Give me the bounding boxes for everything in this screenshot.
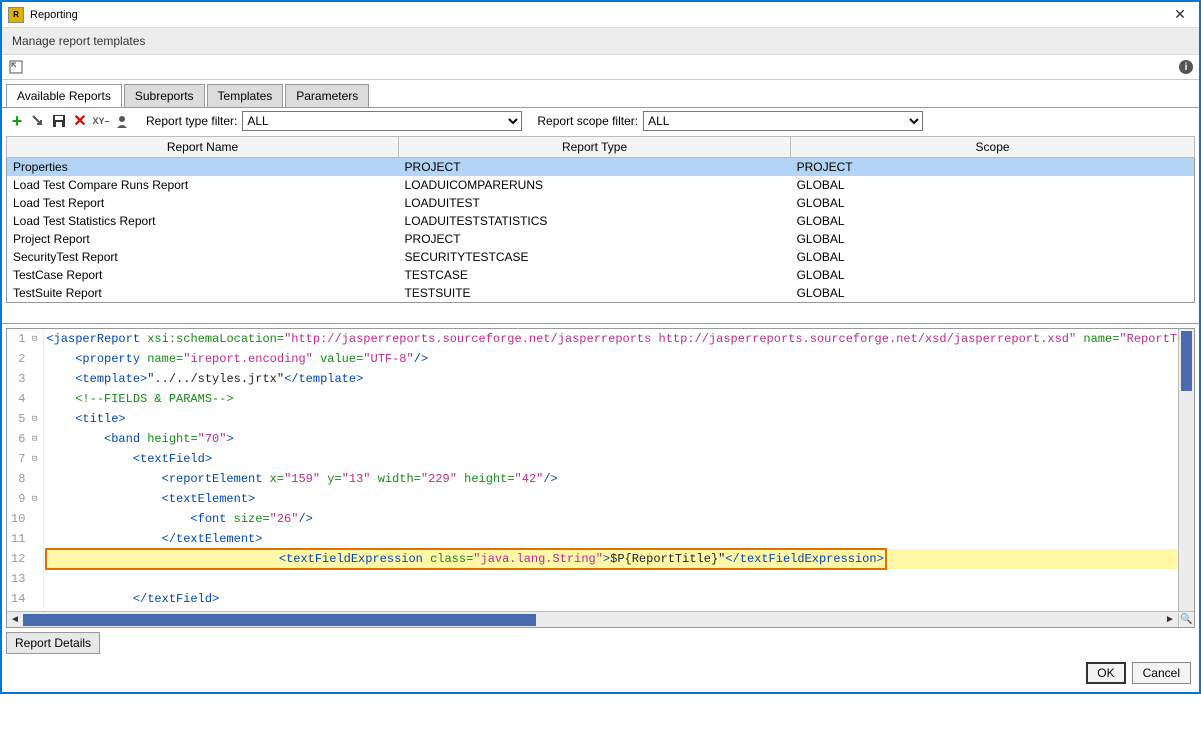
scope-filter-select[interactable]: ALL <box>643 111 923 131</box>
scope-filter-label: Report scope filter: <box>537 114 638 128</box>
scroll-right-icon[interactable]: ► <box>1162 613 1178 627</box>
close-button[interactable]: ✕ <box>1167 5 1193 25</box>
table-row[interactable]: PropertiesPROJECTPROJECT <box>7 158 1195 177</box>
col-report-name[interactable]: Report Name <box>7 137 399 158</box>
expand-icon[interactable] <box>8 59 24 75</box>
reports-table[interactable]: Report Name Report Type Scope Properties… <box>6 136 1195 303</box>
zoom-icon[interactable]: 🔍 <box>1178 613 1194 627</box>
vertical-scrollbar[interactable] <box>1178 329 1194 611</box>
editor-gutter: 1⊟ 2 3 4 5⊟ 6⊟ 7⊟ 8 9⊟ 10 11 12 13 14 15 <box>7 329 44 627</box>
horizontal-scrollbar[interactable]: ◄ ► 🔍 <box>7 611 1194 627</box>
save-button[interactable] <box>50 112 68 130</box>
tab-templates[interactable]: Templates <box>207 84 284 107</box>
type-filter-select[interactable]: ALL <box>242 111 522 131</box>
table-row[interactable]: SecurityTest ReportSECURITYTESTCASEGLOBA… <box>7 248 1195 266</box>
tab-available-reports[interactable]: Available Reports <box>6 84 122 107</box>
app-icon: R <box>8 7 24 23</box>
col-report-type[interactable]: Report Type <box>399 137 791 158</box>
cancel-button[interactable]: Cancel <box>1132 662 1191 684</box>
table-row[interactable]: Project ReportPROJECTGLOBAL <box>7 230 1195 248</box>
ok-button[interactable]: OK <box>1086 662 1125 684</box>
table-row[interactable]: Load Test ReportLOADUITESTGLOBAL <box>7 194 1195 212</box>
tab-parameters[interactable]: Parameters <box>285 84 369 107</box>
secondary-bar: i <box>2 55 1199 80</box>
tab-subreports[interactable]: Subreports <box>124 84 205 107</box>
export-button[interactable] <box>29 112 47 130</box>
col-scope[interactable]: Scope <box>791 137 1195 158</box>
add-button[interactable]: + <box>8 112 26 130</box>
scroll-left-icon[interactable]: ◄ <box>7 613 23 627</box>
type-filter-label: Report type filter: <box>146 114 237 128</box>
user-button[interactable] <box>113 112 131 130</box>
delete-button[interactable]: ✕ <box>71 112 89 130</box>
table-row[interactable]: Load Test Compare Runs ReportLOADUICOMPA… <box>7 176 1195 194</box>
toolbar: + ✕ XY– Report type filter: ALL Report s… <box>2 107 1199 134</box>
table-row[interactable]: TestCase ReportTESTCASEGLOBAL <box>7 266 1195 284</box>
dialog-footer: OK Cancel <box>2 658 1199 692</box>
window-title: Reporting <box>30 9 1167 21</box>
title-bar: R Reporting ✕ <box>2 2 1199 28</box>
table-row[interactable]: Load Test Statistics ReportLOADUITESTSTA… <box>7 212 1195 230</box>
table-row[interactable]: TestSuite ReportTESTSUITEGLOBAL <box>7 284 1195 303</box>
report-details-button[interactable]: Report Details <box>6 632 100 654</box>
editor-code[interactable]: <jasperReport xsi:schemaLocation="http:/… <box>44 329 1194 627</box>
rename-button[interactable]: XY– <box>92 112 110 130</box>
tabs: Available Reports Subreports Templates P… <box>2 80 1199 107</box>
xml-editor[interactable]: 1⊟ 2 3 4 5⊟ 6⊟ 7⊟ 8 9⊟ 10 11 12 13 14 15… <box>6 328 1195 628</box>
subtitle: Manage report templates <box>2 28 1199 55</box>
info-icon[interactable]: i <box>1179 60 1193 74</box>
